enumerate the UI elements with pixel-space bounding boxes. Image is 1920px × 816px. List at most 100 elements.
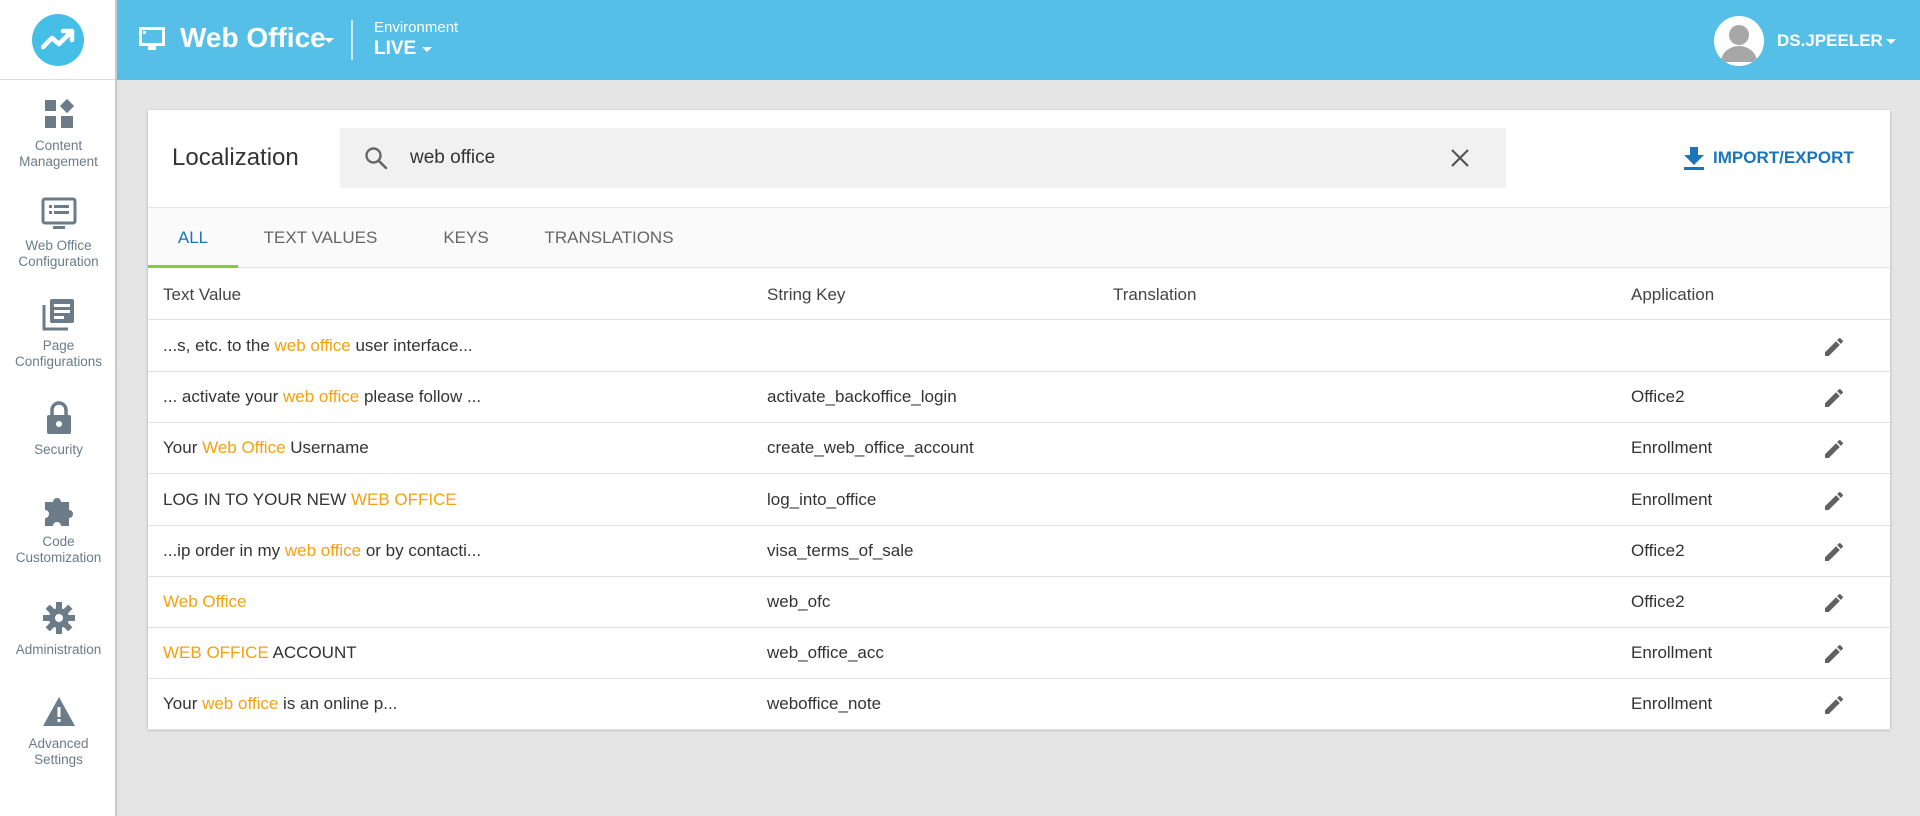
text-value-suffix: or by contacti... [361,540,482,560]
application-cell: Office2 [1631,540,1685,560]
application-cell: Enrollment [1631,694,1713,714]
string-key-cell: create_web_office_account [767,438,974,458]
table-header: Text Value String Key Translation Applic… [148,268,1890,320]
chart-trend-logo[interactable] [31,13,84,66]
table-row[interactable]: Your web office is an online p... weboffi… [148,679,1890,731]
lock-icon [46,401,71,434]
edit-pencil-icon[interactable] [1822,540,1846,564]
text-value-suffix: user interface... [350,336,473,355]
table-row[interactable]: ...s, etc. to the web office user interf… [148,321,1890,372]
divider [351,20,353,60]
text-value-cell: LOG IN TO YOUR NEW WEB OFFICE [163,490,457,510]
search-highlight: WEB OFFICE [163,643,269,663]
sidebar-item-label: Content Management [19,138,98,169]
sidebar-item-label: Page Configurations [14,338,103,369]
edit-pencil-icon[interactable] [1822,386,1846,410]
text-value-suffix: please follow ... [359,387,482,407]
text-value-suffix: is an online p... [278,694,398,714]
text-value-cell: ...ip order in my web office or by conta… [163,541,481,561]
sidebar-item-code-customization[interactable]: Code Customization [0,492,117,566]
search-icon [365,147,388,170]
chevron-down-icon[interactable] [421,46,433,54]
text-value-prefix: LOG IN TO YOUR NEW [163,489,351,509]
localization-card: Localization IMPORT/EXPORT ALL TEXT VALU… [148,110,1890,731]
table-row[interactable]: WEB OFFICE ACCOUNT web_office_acc Enrollme… [148,628,1890,680]
string-key-cell: activate_backoffice_login [767,387,957,407]
tab-text-values[interactable]: TEXT VALUES [263,208,378,268]
environment-label: Environment [374,19,459,36]
search-highlight: web office [283,387,360,407]
puzzle-icon [44,498,73,526]
application-cell: Enrollment [1631,489,1713,509]
edit-pencil-icon[interactable] [1822,693,1846,717]
import-export-button[interactable]: IMPORT/EXPORT [1683,146,1854,170]
tab-keys[interactable]: KEYS [435,208,497,268]
table-row[interactable]: LOG IN TO YOUR NEW WEB OFFICE log_into_of… [148,475,1890,526]
sidebar-item-web-office-configuration[interactable]: Web Office Configuration [0,196,117,270]
column-header-application[interactable]: Application [1631,285,1714,305]
text-value-cell: Web Office [163,592,246,612]
application-cell: Office2 [1631,387,1685,407]
application-cell: Office2 [1631,592,1685,611]
library-books-icon [42,299,74,331]
edit-pencil-icon[interactable] [1822,335,1846,359]
string-key-cell: visa_terms_of_sale [767,540,914,560]
search-highlight: web office [284,540,362,560]
sidebar-item-page-configurations[interactable]: Page Configurations [0,296,117,370]
tab-translations[interactable]: TRANSLATIONS [539,208,679,268]
sidebar-item-label: Administration [15,642,102,657]
sidebar-item-label: Security [34,442,83,457]
application-cell: Enrollment [1631,643,1713,663]
avatar[interactable] [1714,16,1764,66]
sidebar-item-content-management[interactable]: Content Management [0,96,117,170]
search-highlight: Web Office [202,438,286,458]
edit-pencil-icon[interactable] [1822,437,1846,461]
sidebar-item-label: Web Office Configuration [18,238,99,269]
import-export-label: IMPORT/EXPORT [1713,148,1854,167]
sidebar-item-security[interactable]: Security [0,400,117,458]
table-row[interactable]: ...ip order in my web office or by conta… [148,526,1890,577]
edit-pencil-icon[interactable] [1822,489,1846,513]
text-value-cell: ...s, etc. to the web office user interf… [163,336,473,356]
text-value-prefix: ... activate your [163,387,283,407]
text-value-suffix: ACCOUNT [268,643,357,663]
text-value-cell: Your web office is an online p... [163,694,397,714]
sidebar: Content Management Web Office Configurat… [0,0,117,816]
gear-icon [42,602,75,634]
edit-pencil-icon[interactable] [1822,591,1846,615]
monitor-icon [139,27,165,50]
text-value-cell: WEB OFFICE ACCOUNT [163,643,357,663]
sidebar-item-label: Advanced Settings [28,736,89,767]
table-row[interactable]: Web Office web_ofc Office2 [148,577,1890,628]
string-key-cell: web_ofc [767,592,831,611]
table-row[interactable]: Your Web Office Username create_web_offic… [148,423,1890,475]
text-value-prefix: Your [163,694,203,714]
dashboard-icon [44,98,74,128]
close-icon[interactable] [1450,148,1470,168]
user-menu[interactable]: DS.JPEELER [1777,31,1883,51]
tab-all[interactable]: ALL [148,208,238,268]
string-key-cell: weboffice_note [767,694,882,714]
column-header-translation[interactable]: Translation [1113,285,1196,305]
environment-selector[interactable]: LIVE [374,38,416,60]
chevron-down-icon[interactable] [323,37,335,45]
sidebar-item-advanced-settings[interactable]: Advanced Settings [0,694,117,768]
application-cell: Enrollment [1631,438,1713,458]
logo-area [0,0,115,80]
table-row[interactable]: ... activate your web office please foll… [148,372,1890,424]
column-header-string-key[interactable]: String Key [767,285,845,305]
text-value-cell: ... activate your web office please foll… [163,387,481,407]
search-input[interactable] [410,136,1430,180]
sidebar-item-label: Code Customization [15,534,102,565]
text-value-prefix: Your [163,438,203,458]
text-value-prefix: ...s, etc. to the [163,336,275,355]
string-key-cell: web_office_acc [767,643,884,663]
app-switcher[interactable]: Web Office [180,22,326,54]
text-value-suffix: Username [285,438,369,458]
column-header-text-value[interactable]: Text Value [163,285,241,305]
string-key-cell: log_into_office [767,489,877,509]
top-bar: Web Office Environment LIVE DS.JPEELER [117,0,1920,80]
chevron-down-icon[interactable] [1885,38,1897,46]
edit-pencil-icon[interactable] [1822,642,1846,666]
sidebar-item-administration[interactable]: Administration [0,600,117,658]
